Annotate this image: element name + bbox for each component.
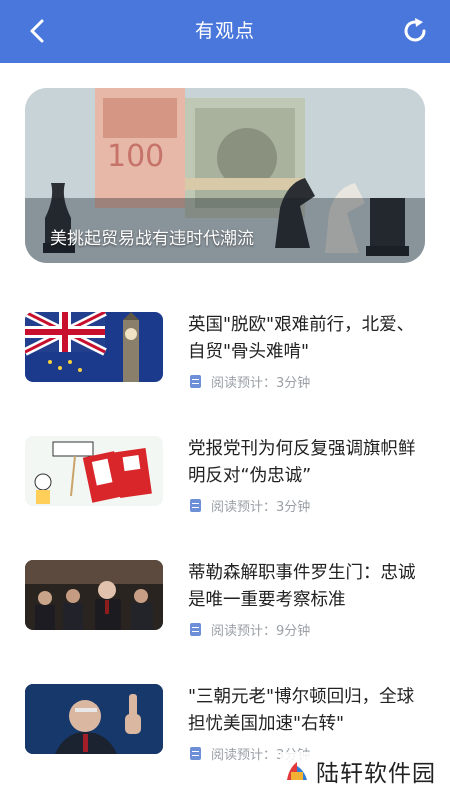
- read-time: 阅读预计：3分钟: [190, 372, 310, 391]
- svg-text:100: 100: [107, 139, 164, 174]
- article-headline: 蒂勒森解职事件罗生门：忠诚是唯一重要考察标准: [188, 563, 416, 610]
- top-bar: 有观点: [0, 0, 450, 63]
- read-time-text: 阅读预计：3分钟: [211, 500, 311, 515]
- document-icon: [190, 375, 201, 388]
- watermark: 陆轩软件园: [280, 752, 440, 790]
- document-icon: [190, 499, 201, 512]
- list-item[interactable]: 英国"脱欧"艰难前行，北爱、自贸"骨头难啃" 阅读预计：3分钟: [25, 312, 425, 412]
- document-icon: [190, 623, 201, 636]
- article-headline: "三朝元老"博尔顿回归，全球担忧美国加速"右转": [188, 687, 415, 734]
- article-thumbnail: [25, 560, 163, 630]
- meeting-photo-image: [25, 560, 163, 630]
- document-icon: [190, 747, 201, 760]
- hero-banner[interactable]: 100 美挑起贸易战有违时代潮流: [25, 88, 425, 263]
- read-time-text: 阅读预计：9分钟: [211, 624, 311, 639]
- speaker-photo-image: [25, 684, 163, 754]
- article-thumbnail: [25, 436, 163, 506]
- read-time: 阅读预计：3分钟: [190, 496, 310, 515]
- page-title: 有观点: [194, 20, 255, 42]
- refresh-button[interactable]: [398, 14, 432, 48]
- article-thumbnail: [25, 684, 163, 754]
- refresh-icon: [404, 18, 426, 42]
- read-time-text: 阅读预计：3分钟: [211, 376, 311, 391]
- article-thumbnail: [25, 312, 163, 382]
- article-headline: 英国"脱欧"艰难前行，北爱、自贸"骨头难啃": [188, 315, 415, 362]
- cartoon-image: [25, 436, 163, 506]
- hero-caption: 美挑起贸易战有违时代潮流: [50, 229, 254, 249]
- watermark-text: 陆轩软件园: [316, 761, 436, 787]
- list-item[interactable]: 党报党刊为何反复强调旗帜鲜明反对“伪忠诚” 阅读预计：3分钟: [25, 436, 425, 536]
- watermark-logo-icon: [287, 762, 307, 780]
- article-headline: 党报党刊为何反复强调旗帜鲜明反对“伪忠诚”: [188, 439, 416, 486]
- uk-eu-flags-big-ben-image: [25, 312, 163, 382]
- read-time: 阅读预计：9分钟: [190, 620, 310, 639]
- list-item[interactable]: 蒂勒森解职事件罗生门：忠诚是唯一重要考察标准 阅读预计：9分钟: [25, 560, 425, 660]
